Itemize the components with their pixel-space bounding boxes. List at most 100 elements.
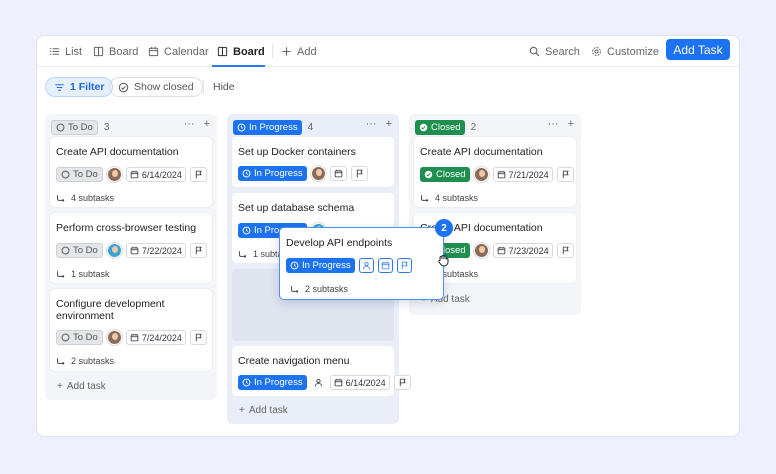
- more-icon[interactable]: ···: [184, 118, 195, 130]
- priority-flag[interactable]: [350, 166, 368, 181]
- calendar-icon: [148, 46, 159, 57]
- status-badge[interactable]: In Progress: [238, 375, 307, 390]
- status-badge[interactable]: To Do: [56, 330, 103, 345]
- add-icon[interactable]: +: [386, 118, 392, 130]
- task-card[interactable]: Create API documentation To Do 6/14/2024…: [50, 137, 212, 207]
- more-icon[interactable]: ···: [548, 118, 559, 130]
- task-card[interactable]: Create navigation menu In Progress 6/14/…: [232, 346, 411, 396]
- card-meta: Closed 7/21/2024: [420, 167, 574, 182]
- column-header: To Do 3: [51, 119, 109, 135]
- task-card[interactable]: Create API documentation Closed 7/21/202…: [414, 137, 576, 207]
- priority-flag[interactable]: [189, 243, 207, 258]
- due-date[interactable]: 7/24/2024: [125, 330, 186, 345]
- priority-flag[interactable]: [189, 167, 207, 182]
- customize-button[interactable]: Customize: [591, 36, 659, 67]
- subtask-icon: [56, 194, 65, 203]
- avatar[interactable]: [106, 167, 122, 182]
- column-count: 3: [103, 121, 110, 133]
- todo-circle-icon: [61, 246, 70, 255]
- status-badge[interactable]: In Progress: [286, 258, 355, 273]
- priority-button[interactable]: [396, 258, 412, 273]
- due-date[interactable]: [329, 166, 347, 181]
- column-actions: ··· +: [366, 118, 392, 130]
- subtask-icon: [290, 285, 299, 294]
- status-badge[interactable]: To Do: [56, 167, 103, 182]
- add-task-button[interactable]: Add Task: [666, 39, 730, 60]
- add-task-link[interactable]: +Add task: [57, 381, 106, 392]
- plus-icon: +: [239, 405, 245, 416]
- in-progress-icon: [290, 261, 299, 270]
- subtasks[interactable]: 2 subtasks: [56, 356, 114, 366]
- card-title: Set up Docker containers: [238, 146, 356, 158]
- column-todo: To Do 3 ··· + Create API documentation T…: [45, 114, 217, 400]
- flag-icon: [400, 261, 409, 270]
- column-count: 2: [470, 121, 477, 133]
- priority-flag[interactable]: [189, 330, 207, 345]
- calendar-icon: [497, 170, 506, 179]
- card-title: Set up database schema: [238, 202, 355, 214]
- filter-button[interactable]: 1 Filter: [45, 77, 114, 97]
- avatar[interactable]: [106, 330, 122, 345]
- add-task-link[interactable]: +Add task: [239, 405, 288, 416]
- add-icon[interactable]: +: [204, 118, 210, 130]
- priority-flag[interactable]: [556, 167, 574, 182]
- avatar[interactable]: [310, 166, 326, 181]
- add-icon[interactable]: +: [568, 118, 574, 130]
- more-icon[interactable]: ···: [366, 118, 377, 130]
- subtasks[interactable]: 1 subtask: [56, 269, 110, 279]
- avatar[interactable]: [473, 243, 489, 258]
- tab-add[interactable]: Add: [281, 36, 317, 67]
- tab-board[interactable]: Board: [93, 36, 138, 67]
- subtask-icon: [56, 357, 65, 366]
- priority-flag[interactable]: [393, 375, 411, 390]
- in-progress-icon: [242, 226, 251, 235]
- in-progress-icon: [242, 378, 251, 387]
- card-title: Create API documentation: [56, 146, 179, 158]
- task-card[interactable]: Perform cross-browser testing To Do 7/22…: [50, 213, 212, 283]
- due-date[interactable]: 7/23/2024: [492, 243, 553, 258]
- status-badge[interactable]: Closed: [420, 167, 470, 182]
- avatar[interactable]: [106, 243, 122, 258]
- drag-count-badge: 2: [435, 219, 453, 237]
- status-badge[interactable]: In Progress: [238, 166, 307, 181]
- view-tabs-bar: List Board Calendar Board Add Search Cus…: [37, 36, 739, 67]
- tab-label: Calendar: [164, 45, 209, 58]
- tab-calendar[interactable]: Calendar: [148, 36, 209, 67]
- tab-label: List: [65, 45, 83, 58]
- hide-label: Hide: [213, 81, 235, 93]
- tab-label: Add: [297, 45, 317, 58]
- dragging-card[interactable]: Develop API endpoints In Progress 2 subt…: [279, 227, 444, 300]
- todo-circle-icon: [56, 123, 65, 132]
- tab-list[interactable]: List: [49, 36, 82, 67]
- task-card[interactable]: Configure development environment To Do …: [50, 289, 212, 371]
- due-date[interactable]: 7/22/2024: [125, 243, 186, 258]
- due-date[interactable]: 7/21/2024: [492, 167, 553, 182]
- task-card[interactable]: Set up Docker containers In Progress: [232, 137, 394, 187]
- show-closed-button[interactable]: Show closed: [109, 77, 203, 97]
- divider: [272, 44, 273, 59]
- subtasks[interactable]: 2 subtasks: [290, 284, 348, 294]
- subtasks[interactable]: 4 subtasks: [56, 193, 114, 203]
- tab-board-active[interactable]: Board: [217, 36, 265, 67]
- hide-button[interactable]: Hide: [205, 77, 243, 97]
- assignee-button[interactable]: [358, 258, 374, 273]
- due-date-button[interactable]: [377, 258, 393, 273]
- status-badge[interactable]: To Do: [56, 243, 103, 258]
- calendar-icon: [130, 333, 139, 342]
- status-badge: In Progress: [233, 119, 302, 135]
- flag-icon: [194, 170, 203, 179]
- due-date[interactable]: 6/14/2024: [329, 375, 390, 390]
- subtasks[interactable]: 4 subtasks: [420, 193, 478, 203]
- calendar-icon: [334, 378, 343, 387]
- assignee[interactable]: [310, 375, 326, 390]
- due-date[interactable]: 6/14/2024: [125, 167, 186, 182]
- customize-label: Customize: [607, 45, 659, 58]
- priority-flag[interactable]: [556, 243, 574, 258]
- column-actions: ··· +: [548, 118, 574, 130]
- card-meta: To Do 7/22/2024: [56, 243, 207, 258]
- calendar-icon: [130, 170, 139, 179]
- show-closed-label: Show closed: [134, 81, 194, 93]
- search-button[interactable]: Search: [529, 36, 580, 67]
- avatar[interactable]: [473, 167, 489, 182]
- plus-icon: +: [57, 381, 63, 392]
